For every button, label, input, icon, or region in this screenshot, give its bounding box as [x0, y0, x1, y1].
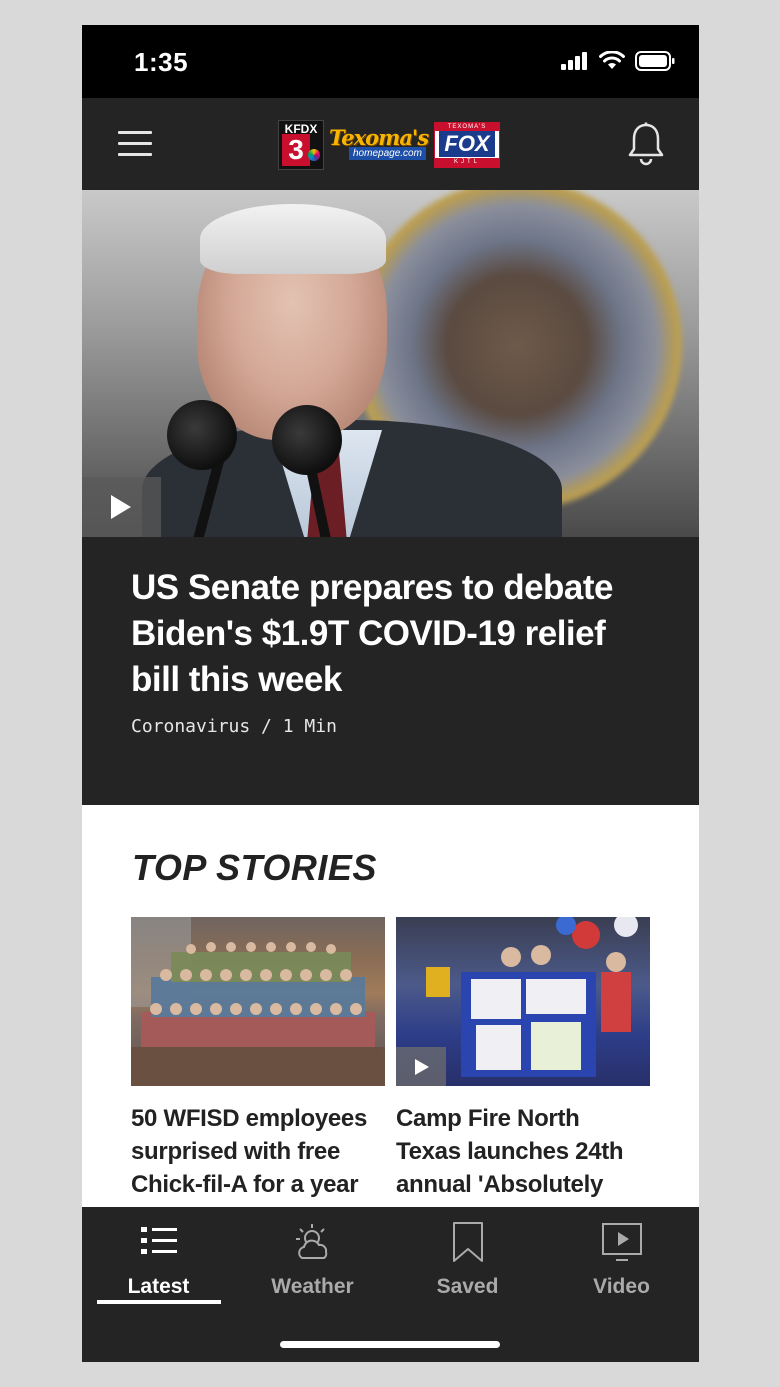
list-icon — [141, 1227, 177, 1254]
wifi-icon — [599, 51, 625, 69]
phone-screen: 1:35 KFDX 3 Texoma's homepage.com TEXOMA… — [82, 25, 699, 1362]
tab-video[interactable]: Video — [559, 1221, 684, 1311]
fox-bottom-text: KJTL — [435, 158, 499, 167]
tab-label: Latest — [127, 1275, 190, 1298]
status-time: 1:35 — [134, 47, 189, 77]
menu-icon-line — [118, 153, 152, 156]
hero-headline[interactable]: US Senate prepares to debate Biden's $1.… — [131, 565, 651, 703]
top-stories-section: TOP STORIES 50 WFISD employees surprised… — [82, 805, 699, 1231]
kfdx-number: 3 — [282, 134, 310, 166]
story-headline[interactable]: 50 WFISD employees surprised with free C… — [131, 1102, 385, 1201]
microphone — [167, 400, 237, 470]
home-indicator[interactable] — [280, 1341, 500, 1348]
status-icons — [561, 51, 675, 71]
story-card[interactable]: 50 WFISD employees surprised with free C… — [131, 917, 385, 1201]
section-heading: TOP STORIES — [132, 847, 377, 888]
play-button[interactable] — [82, 477, 161, 537]
tab-weather[interactable]: Weather — [250, 1221, 375, 1311]
story-card[interactable]: Camp Fire North Texas launches 24th annu… — [396, 917, 650, 1234]
play-icon — [415, 1059, 429, 1075]
play-icon — [111, 495, 131, 519]
bell-icon — [628, 122, 664, 166]
active-tab-indicator — [97, 1300, 221, 1304]
menu-icon-line — [118, 142, 152, 145]
notifications-button[interactable] — [627, 122, 665, 166]
bookmark-icon — [453, 1222, 483, 1262]
weather-icon — [296, 1224, 328, 1259]
signal-icon — [561, 52, 587, 70]
tab-saved[interactable]: Saved — [405, 1221, 530, 1311]
tab-latest[interactable]: Latest — [96, 1221, 221, 1311]
fox-text: FOX — [439, 131, 495, 157]
peacock-icon — [308, 149, 320, 161]
menu-icon-line — [118, 131, 152, 134]
kfdx-logo: KFDX 3 — [278, 120, 324, 170]
story-thumbnail[interactable] — [396, 917, 650, 1086]
station-logo[interactable]: KFDX 3 Texoma's homepage.com TEXOMA'S FO… — [278, 120, 504, 170]
video-badge[interactable] — [396, 1047, 446, 1086]
hair — [200, 204, 386, 274]
hero-image[interactable] — [82, 190, 699, 537]
texomas-homepage-logo: Texoma's homepage.com — [327, 123, 431, 167]
hero-story[interactable]: US Senate prepares to debate Biden's $1.… — [82, 190, 699, 805]
menu-button[interactable] — [118, 131, 152, 157]
hero-meta: Coronavirus / 1 Min — [131, 716, 337, 737]
fox-logo: TEXOMA'S FOX KJTL — [434, 122, 500, 168]
app-header: KFDX 3 Texoma's homepage.com TEXOMA'S FO… — [82, 98, 699, 190]
story-thumbnail[interactable] — [131, 917, 385, 1086]
microphone — [272, 405, 342, 475]
group-photo — [131, 917, 385, 1086]
tab-label: Weather — [271, 1275, 354, 1298]
fox-top-text: TEXOMA'S — [435, 123, 499, 131]
battery-icon — [635, 51, 675, 71]
tab-bar: Latest Weather Saved Video — [82, 1207, 699, 1362]
tab-label: Saved — [436, 1275, 499, 1298]
video-icon — [602, 1223, 642, 1261]
tab-label: Video — [593, 1275, 650, 1298]
status-bar: 1:35 — [82, 25, 699, 98]
homepage-text: homepage.com — [349, 147, 426, 160]
